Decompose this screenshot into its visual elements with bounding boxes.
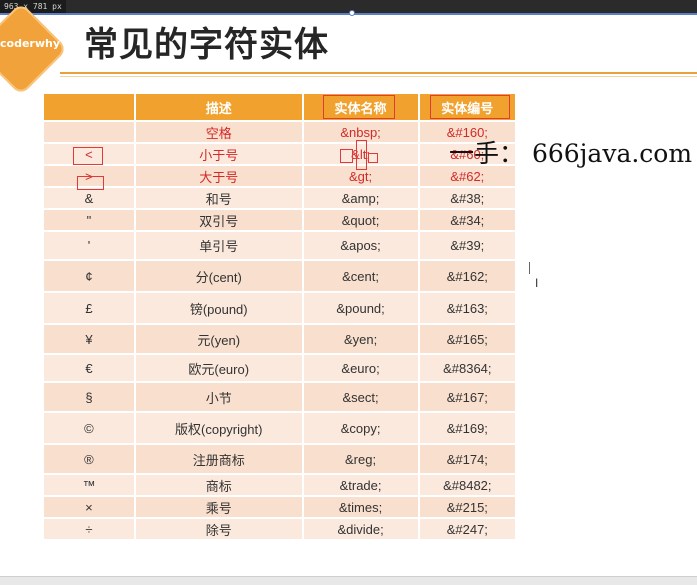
table-row: 空格 &nbsp; &#160; bbox=[44, 121, 518, 144]
entity-name-cell: &amp; bbox=[302, 187, 420, 210]
table-row: > 大于号 &gt; &#62; bbox=[44, 165, 518, 188]
entity-name-cell: &pound; bbox=[302, 292, 420, 325]
description-cell: 小于号 bbox=[134, 143, 304, 166]
symbol-cell: ® bbox=[44, 444, 136, 475]
table-row: & 和号 &amp; &#38; bbox=[44, 187, 518, 210]
entity-number-cell: &#174; bbox=[418, 444, 518, 475]
annotation-box-gt-symbol bbox=[77, 176, 104, 190]
entity-number-cell: &#8482; bbox=[418, 474, 518, 497]
logo-text: coderwhy bbox=[0, 37, 61, 50]
description-cell: 和号 bbox=[134, 187, 304, 210]
table-row: ¥ 元(yen) &yen; &#165; bbox=[44, 324, 518, 355]
text-cursor-icon bbox=[529, 262, 536, 274]
entity-number-cell: &#163; bbox=[418, 292, 518, 325]
symbol-cell: £ bbox=[44, 292, 136, 325]
window-titlebar: 963 x 781 px bbox=[0, 0, 697, 16]
entity-number-cell: &#39; bbox=[418, 231, 518, 261]
annotation-box-entity-number bbox=[430, 95, 510, 119]
entity-name-cell: &cent; bbox=[302, 260, 420, 293]
table-row: < 小于号 &lt; &#60; bbox=[44, 143, 518, 166]
description-cell: 双引号 bbox=[134, 209, 304, 232]
description-cell: 分(cent) bbox=[134, 260, 304, 293]
entity-number-cell: &#34; bbox=[418, 209, 518, 232]
annotation-box-entity-name bbox=[323, 95, 395, 119]
entity-name-cell: &quot; bbox=[302, 209, 420, 232]
description-cell: 注册商标 bbox=[134, 444, 304, 475]
dimensions-readout: 963 x 781 px bbox=[0, 0, 66, 13]
entity-name-cell: &copy; bbox=[302, 412, 420, 445]
description-cell: 镑(pound) bbox=[134, 292, 304, 325]
ibeam-cursor-icon: I bbox=[535, 276, 539, 290]
description-cell: 乘号 bbox=[134, 496, 304, 519]
entity-name-cell: &sect; bbox=[302, 382, 420, 413]
table-row: £ 镑(pound) &pound; &#163; bbox=[44, 292, 518, 325]
page-title: 常见的字符实体 bbox=[84, 25, 329, 65]
entity-name-cell: &divide; bbox=[302, 518, 420, 541]
table-row: " 双引号 &quot; &#34; bbox=[44, 209, 518, 232]
entity-name-cell: &reg; bbox=[302, 444, 420, 475]
description-cell: 欧元(euro) bbox=[134, 354, 304, 383]
symbol-cell: © bbox=[44, 412, 136, 445]
header-description: 描述 bbox=[134, 94, 304, 122]
description-cell: 版权(copyright) bbox=[134, 412, 304, 445]
table-row: ÷ 除号 &divide; &#247; bbox=[44, 518, 518, 541]
annotation-mark-3 bbox=[368, 153, 378, 163]
resize-handle[interactable] bbox=[349, 10, 355, 16]
title-underline-light bbox=[60, 76, 697, 77]
header-symbol bbox=[44, 94, 136, 122]
table-row: ' 单引号 &apos; &#39; bbox=[44, 231, 518, 261]
description-cell: 商标 bbox=[134, 474, 304, 497]
entity-number-cell: &#162; bbox=[418, 260, 518, 293]
table-row: § 小节 &sect; &#167; bbox=[44, 382, 518, 413]
table-row: ® 注册商标 &reg; &#174; bbox=[44, 444, 518, 475]
entity-name-cell: &euro; bbox=[302, 354, 420, 383]
table-row: × 乘号 &times; &#215; bbox=[44, 496, 518, 519]
description-cell: 空格 bbox=[134, 121, 304, 144]
entity-name-cell: &yen; bbox=[302, 324, 420, 355]
entity-name-cell: &trade; bbox=[302, 474, 420, 497]
entity-name-cell: &apos; bbox=[302, 231, 420, 261]
annotation-mark-2 bbox=[356, 140, 367, 170]
title-underline bbox=[60, 72, 697, 74]
entity-number-cell: &#247; bbox=[418, 518, 518, 541]
description-cell: 除号 bbox=[134, 518, 304, 541]
description-cell: 单引号 bbox=[134, 231, 304, 261]
entity-number-cell: &#169; bbox=[418, 412, 518, 445]
entity-number-cell: &#38; bbox=[418, 187, 518, 210]
entity-table: 描述 实体名称 实体编号 空格 &nbsp; &#160; < 小于号 &lt; &#60;… bbox=[44, 94, 518, 541]
symbol-cell: × bbox=[44, 496, 136, 519]
symbol-cell: ¥ bbox=[44, 324, 136, 355]
entity-number-cell: &#167; bbox=[418, 382, 518, 413]
entity-number-cell: &#215; bbox=[418, 496, 518, 519]
description-cell: 小节 bbox=[134, 382, 304, 413]
description-cell: 大于号 bbox=[134, 165, 304, 188]
symbol-cell: ' bbox=[44, 231, 136, 261]
symbol-cell: € bbox=[44, 354, 136, 383]
table-row: ™ 商标 &trade; &#8482; bbox=[44, 474, 518, 497]
entity-name-cell: &times; bbox=[302, 496, 420, 519]
description-cell: 元(yen) bbox=[134, 324, 304, 355]
symbol-cell: § bbox=[44, 382, 136, 413]
table-row: © 版权(copyright) &copy; &#169; bbox=[44, 412, 518, 445]
symbol-cell bbox=[44, 121, 136, 144]
table-row: ¢ 分(cent) &cent; &#162; bbox=[44, 260, 518, 293]
symbol-cell: ™ bbox=[44, 474, 136, 497]
entity-number-cell: &#165; bbox=[418, 324, 518, 355]
annotation-box-lt-symbol bbox=[73, 147, 103, 165]
watermark-text: 一手： 666java.com bbox=[449, 139, 693, 168]
table-row: € 欧元(euro) &euro; &#8364; bbox=[44, 354, 518, 383]
entity-number-cell: &#8364; bbox=[418, 354, 518, 383]
symbol-cell: & bbox=[44, 187, 136, 210]
symbol-cell: " bbox=[44, 209, 136, 232]
symbol-cell: ÷ bbox=[44, 518, 136, 541]
symbol-cell: ¢ bbox=[44, 260, 136, 293]
annotation-mark-1 bbox=[340, 149, 353, 163]
